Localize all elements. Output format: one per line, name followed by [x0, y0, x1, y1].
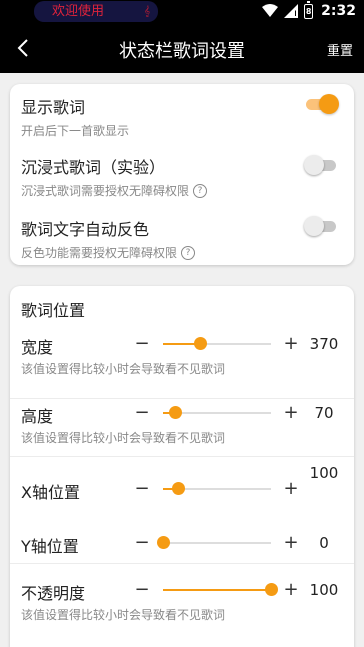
slider-value: 0: [319, 534, 329, 552]
app-bar: 状态栏歌词设置 重置: [0, 24, 364, 73]
increase-button[interactable]: +: [283, 532, 299, 553]
slider-track[interactable]: [163, 337, 271, 350]
decrease-button[interactable]: −: [134, 532, 150, 553]
immersive-lyric-switch[interactable]: [304, 154, 340, 176]
lyric-position-card: 歌词位置 宽度 − + 370 该值设置得比较小时会导致看不见歌词 高度 − +…: [10, 286, 354, 647]
clock: 2:32: [321, 3, 356, 19]
signal-icon: [284, 4, 299, 18]
toggle-desc: 沉浸式歌词需要授权无障碍权限: [21, 184, 190, 198]
slider-track[interactable]: [163, 482, 271, 495]
help-icon[interactable]: ?: [181, 245, 196, 260]
divider: [10, 398, 354, 399]
system-icons: 8 2:32: [262, 0, 356, 19]
toggle-desc: 反色功能需要授权无障碍权限: [21, 246, 178, 260]
increase-button[interactable]: +: [283, 333, 299, 354]
slider-value: 70: [314, 404, 334, 422]
slider-track[interactable]: [157, 536, 271, 549]
decrease-button[interactable]: −: [134, 333, 150, 354]
increase-button[interactable]: +: [283, 478, 299, 499]
battery-level: 8: [305, 6, 312, 16]
status-bar-lyric: 欢迎使用 𝄞: [34, 1, 158, 22]
slider-label: 高度: [21, 407, 54, 426]
increase-button[interactable]: +: [283, 579, 299, 600]
decrease-button[interactable]: −: [134, 478, 150, 499]
reset-button[interactable]: 重置: [327, 40, 353, 59]
display-settings-card: 显示歌词 开启后下一首歌显示 沉浸式歌词（实验） 沉浸式歌词需要授权无障碍权限?…: [10, 84, 354, 265]
divider: [10, 456, 354, 457]
slider-desc: 该值设置得比较小时会导致看不见歌词: [21, 362, 226, 376]
page-title: 状态栏歌词设置: [119, 41, 245, 62]
slider-track[interactable]: [163, 583, 278, 596]
slider-value: 100: [309, 464, 339, 482]
slider-thumb[interactable]: [193, 337, 207, 350]
slider-label: X轴位置: [21, 483, 80, 502]
slider-thumb[interactable]: [265, 583, 278, 596]
slider-thumb[interactable]: [172, 482, 186, 495]
slider-label: 宽度: [21, 338, 54, 357]
help-icon[interactable]: ?: [193, 183, 208, 198]
decrease-button[interactable]: −: [134, 402, 150, 423]
auto-invert-switch[interactable]: [304, 215, 340, 237]
toggle-desc: 开启后下一首歌显示: [21, 124, 130, 138]
show-lyric-switch[interactable]: [304, 93, 340, 115]
slider-value: 370: [309, 335, 339, 353]
divider: [10, 563, 354, 564]
status-bar: 欢迎使用 𝄞 8 2:32: [0, 0, 364, 24]
slider-thumb[interactable]: [157, 536, 170, 549]
slider-label: Y轴位置: [21, 537, 79, 556]
slider-thumb[interactable]: [168, 406, 182, 419]
slider-value: 100: [309, 581, 339, 599]
wifi-icon: [262, 4, 279, 17]
battery-icon: 8: [304, 0, 314, 19]
slider-track[interactable]: [163, 406, 271, 419]
decrease-button[interactable]: −: [134, 579, 150, 600]
increase-button[interactable]: +: [283, 402, 299, 423]
music-note-icon: 𝄞: [144, 6, 150, 17]
section-title: 歌词位置: [21, 301, 86, 320]
slider-label: 不透明度: [21, 584, 86, 603]
slider-desc: 该值设置得比较小时会导致看不见歌词: [21, 431, 226, 445]
slider-desc: 该值设置得比较小时会导致看不见歌词: [21, 608, 226, 622]
lyric-text: 欢迎使用: [52, 4, 105, 19]
